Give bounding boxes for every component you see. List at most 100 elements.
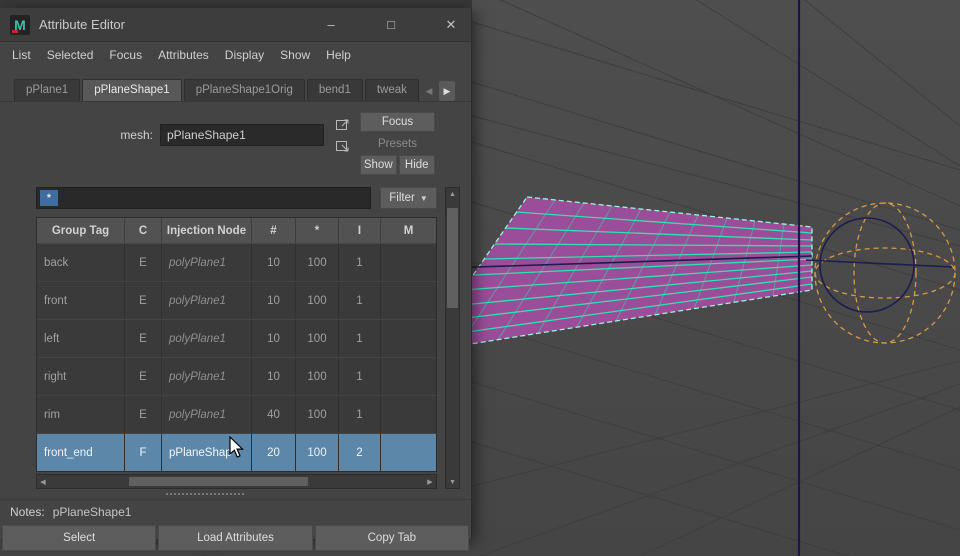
load-attributes-button[interactable]: Load Attributes xyxy=(158,525,313,551)
vertical-scrollbar[interactable]: ▲ ▼ xyxy=(445,187,460,489)
horizontal-scrollbar[interactable]: ◀ ▶ xyxy=(36,474,437,489)
cell-group-tag: left xyxy=(37,320,125,357)
scroll-left-icon[interactable]: ◀ xyxy=(37,478,49,486)
select-button[interactable]: Select xyxy=(2,525,157,551)
tab-scroll-left-icon[interactable]: ◀ xyxy=(421,81,437,101)
header-i[interactable]: I xyxy=(339,218,381,243)
cell-m xyxy=(381,282,436,319)
cell-weight: 100 xyxy=(296,244,339,281)
cell-m xyxy=(381,396,436,433)
mesh-label: mesh: xyxy=(120,128,153,142)
header-star[interactable]: * xyxy=(296,218,339,243)
cell-weight: 100 xyxy=(296,320,339,357)
table-row[interactable]: back E polyPlane1 10 100 1 xyxy=(37,243,436,281)
cell-c: E xyxy=(125,244,162,281)
horizontal-scroll-thumb[interactable] xyxy=(128,477,309,486)
filter-button[interactable]: Filter ▼ xyxy=(380,187,437,209)
scroll-down-icon[interactable]: ▼ xyxy=(449,476,456,488)
show-button[interactable]: Show xyxy=(360,155,397,175)
table-row[interactable]: front E polyPlane1 10 100 1 xyxy=(37,281,436,319)
window-title: Attribute Editor xyxy=(39,17,125,32)
header-c[interactable]: C xyxy=(125,218,162,243)
table-row[interactable]: rim E polyPlane1 40 100 1 xyxy=(37,395,436,433)
filter-button-label: Filter xyxy=(389,192,415,204)
tab-scroll-right-icon[interactable]: ▶ xyxy=(438,81,455,101)
cell-injection-node: polyPlane1 xyxy=(169,370,226,383)
connection-input-icon[interactable] xyxy=(334,138,352,153)
notes-value: pPlaneShape1 xyxy=(52,505,132,519)
cell-count: 10 xyxy=(252,282,296,319)
cell-group-tag: right xyxy=(37,358,125,395)
cell-injection-node: polyPlane1 xyxy=(169,332,226,345)
cell-injection-node: polyPlane1 xyxy=(169,256,226,269)
cell-c: E xyxy=(125,282,162,319)
table-row[interactable]: left E polyPlane1 10 100 1 xyxy=(37,319,436,357)
cell-m xyxy=(381,434,436,471)
vertical-scroll-thumb[interactable] xyxy=(447,208,458,308)
scroll-up-icon[interactable]: ▲ xyxy=(449,188,456,200)
cell-c: F xyxy=(125,434,162,471)
cell-group-tag: front_end xyxy=(37,434,125,471)
notes-row: Notes: pPlaneShape1 xyxy=(0,499,471,523)
cell-count: 10 xyxy=(252,320,296,357)
close-icon[interactable]: ✕ xyxy=(441,15,461,35)
tabs-strip: pPlane1 pPlaneShape1 pPlaneShape1Orig be… xyxy=(14,79,421,101)
cell-i: 1 xyxy=(339,320,381,357)
tab-pplaneshape1orig[interactable]: pPlaneShape1Orig xyxy=(183,79,305,101)
cell-weight: 100 xyxy=(296,358,339,395)
menu-display[interactable]: Display xyxy=(225,48,264,62)
tab-bend1[interactable]: bend1 xyxy=(306,79,363,101)
maya-logo-icon: M xyxy=(10,14,30,35)
copy-tab-button[interactable]: Copy Tab xyxy=(314,525,469,551)
mesh-name-value: pPlaneShape1 xyxy=(167,128,246,142)
cell-weight: 100 xyxy=(296,282,339,319)
mesh-name-field[interactable]: pPlaneShape1 xyxy=(160,124,324,146)
tab-pplane1[interactable]: pPlane1 xyxy=(14,79,81,101)
menu-help[interactable]: Help xyxy=(326,48,351,62)
tab-pplaneshape1[interactable]: pPlaneShape1 xyxy=(82,79,182,101)
presets-button[interactable]: Presets xyxy=(360,134,435,153)
menu-show[interactable]: Show xyxy=(280,48,310,62)
table-row[interactable]: right E polyPlane1 10 100 1 xyxy=(37,357,436,395)
hide-button[interactable]: Hide xyxy=(398,155,435,175)
cell-c: E xyxy=(125,320,162,357)
resize-grip[interactable] xyxy=(166,493,244,495)
tab-tweak[interactable]: tweak xyxy=(364,79,419,101)
menu-selected[interactable]: Selected xyxy=(47,48,94,62)
header-group-tag[interactable]: Group Tag xyxy=(37,218,125,243)
filter-input-value: * xyxy=(40,190,58,206)
menu-bar: List Selected Focus Attributes Display S… xyxy=(0,42,471,67)
scroll-right-icon[interactable]: ▶ xyxy=(424,478,436,486)
cell-i: 1 xyxy=(339,358,381,395)
cell-i: 1 xyxy=(339,282,381,319)
menu-list[interactable]: List xyxy=(12,48,31,62)
cell-weight: 100 xyxy=(296,434,339,471)
tab-bar: pPlane1 pPlaneShape1 pPlaneShape1Orig be… xyxy=(0,67,471,102)
connection-output-icon[interactable] xyxy=(334,117,352,132)
cell-count: 40 xyxy=(252,396,296,433)
cell-count: 20 xyxy=(252,434,296,471)
cell-c: E xyxy=(125,396,162,433)
cell-c: E xyxy=(125,358,162,395)
mesh-section: mesh: pPlaneShape1 Focus Presets Show Hi… xyxy=(0,102,471,183)
cell-m xyxy=(381,358,436,395)
filter-dropdown-icon: ▼ xyxy=(419,193,428,203)
cell-count: 10 xyxy=(252,244,296,281)
cell-count: 10 xyxy=(252,358,296,395)
menu-attributes[interactable]: Attributes xyxy=(158,48,209,62)
maximize-icon[interactable]: □ xyxy=(381,15,401,35)
filter-input[interactable]: * xyxy=(36,187,371,209)
cell-injection-node: polyPlane1 xyxy=(169,294,226,307)
header-m[interactable]: M xyxy=(381,218,436,243)
footer-buttons: Select Load Attributes Copy Tab xyxy=(0,523,471,553)
maya-stage: M Attribute Editor – □ ✕ List Selected F… xyxy=(0,0,960,556)
header-injection-node[interactable]: Injection Node xyxy=(162,218,252,243)
cell-group-tag: back xyxy=(37,244,125,281)
minimize-icon[interactable]: – xyxy=(321,15,341,35)
cell-i: 1 xyxy=(339,396,381,433)
mouse-cursor-icon xyxy=(229,436,244,458)
menu-focus[interactable]: Focus xyxy=(109,48,142,62)
focus-button[interactable]: Focus xyxy=(360,112,435,132)
header-count[interactable]: # xyxy=(252,218,296,243)
title-bar[interactable]: M Attribute Editor – □ ✕ xyxy=(0,8,471,42)
